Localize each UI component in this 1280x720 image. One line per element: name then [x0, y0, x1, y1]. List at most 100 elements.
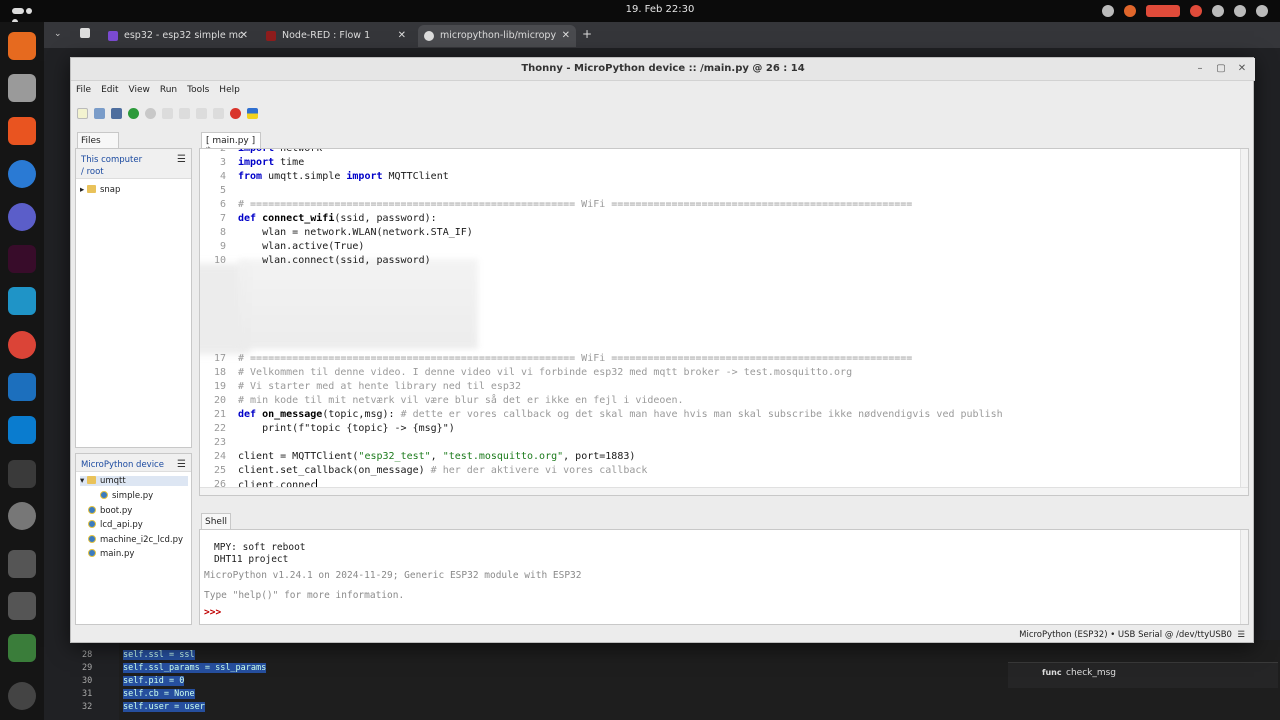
run-icon[interactable]: [128, 108, 139, 119]
gear-icon[interactable]: [8, 502, 36, 530]
code-line[interactable]: wlan.connect(ssid, password): [238, 255, 431, 266]
help-icon[interactable]: [8, 160, 36, 188]
close-tab-icon[interactable]: ✕: [398, 30, 406, 41]
python-file-icon: [88, 506, 96, 514]
system-tray[interactable]: [1102, 3, 1268, 19]
editor-horizontal-scrollbar[interactable]: [200, 487, 1248, 495]
show-apps-icon[interactable]: [8, 682, 36, 710]
menu-run[interactable]: Run: [155, 85, 182, 101]
browser-tab[interactable]: [80, 28, 90, 38]
resume-icon[interactable]: [213, 108, 224, 119]
shell-console[interactable]: MPY: soft reboot DHT11 project MicroPyth…: [199, 529, 1249, 625]
code-line[interactable]: # min kode til mit netværk vil være blur…: [238, 395, 684, 406]
chrome-icon[interactable]: [8, 331, 36, 359]
tree-item-machine-i2c-lcd-py[interactable]: machine_i2c_lcd.py: [88, 535, 183, 545]
vscode-icon[interactable]: [8, 416, 36, 444]
trash-icon[interactable]: [8, 634, 36, 662]
stop-icon[interactable]: [230, 108, 241, 119]
ukraine-flag-icon[interactable]: [247, 108, 258, 119]
step-out-icon[interactable]: [196, 108, 207, 119]
code-line[interactable]: wlan = network.WLAN(network.STA_IF): [238, 227, 473, 238]
settings-app-icon[interactable]: [8, 203, 36, 231]
new-file-icon[interactable]: [77, 108, 88, 119]
screen-record-indicator-icon[interactable]: [1146, 5, 1180, 17]
code-line[interactable]: # ======================================…: [238, 353, 912, 364]
firefox-icon[interactable]: [8, 32, 36, 60]
menu-help[interactable]: Help: [214, 85, 245, 101]
close-icon[interactable]: ✕: [1235, 63, 1249, 77]
code-line[interactable]: # Velkommen til denne video. I denne vid…: [238, 367, 852, 378]
shell-vertical-scrollbar[interactable]: [1240, 530, 1248, 624]
maximize-icon[interactable]: ▢: [1214, 63, 1228, 77]
tree-item-boot-py[interactable]: boot.py: [88, 506, 132, 516]
clock[interactable]: 19. Feb 22:30: [600, 4, 720, 15]
code-line[interactable]: client = MQTTClient("esp32_test", "test.…: [238, 451, 635, 462]
tree-item-simple-py[interactable]: simple.py: [100, 491, 153, 501]
menu-file[interactable]: File: [71, 85, 96, 101]
minimize-icon[interactable]: –: [1193, 63, 1207, 77]
code-editor[interactable]: 2 import network 3 import time 4 from um…: [199, 148, 1249, 496]
browser-tab[interactable]: micropython-lib/micropy ✕: [418, 25, 576, 47]
files-app-icon[interactable]: [8, 74, 36, 102]
code-line[interactable]: def connect_wifi(ssid, password):: [238, 213, 437, 224]
code-line[interactable]: wlan.active(True): [238, 241, 364, 252]
line-number: 23: [213, 437, 226, 448]
code-line[interactable]: import network: [238, 149, 322, 154]
activities-icon[interactable]: [12, 6, 38, 25]
tab-list-chevron-icon[interactable]: ⌄: [54, 29, 62, 39]
color-picker-icon[interactable]: [1102, 5, 1114, 17]
browser-tab[interactable]: Node-RED : Flow 1 ✕: [260, 25, 412, 47]
wifi-icon[interactable]: [1212, 5, 1224, 17]
thonny-icon[interactable]: [8, 460, 36, 488]
menu-edit[interactable]: Edit: [96, 85, 123, 101]
code-line[interactable]: # ======================================…: [238, 199, 912, 210]
code-line[interactable]: from umqtt.simple import MQTTClient: [238, 171, 449, 182]
panel-menu-icon[interactable]: ☰: [177, 154, 186, 166]
tree-item-umqtt[interactable]: ▾ umqtt: [80, 476, 188, 486]
shell-prompt[interactable]: >>>: [204, 607, 221, 618]
panel-menu-icon[interactable]: ☰: [177, 459, 186, 471]
app-center-icon[interactable]: [8, 117, 36, 145]
editor-vertical-scrollbar[interactable]: [1240, 149, 1248, 495]
disk-icon[interactable]: [8, 550, 36, 578]
step-over-icon[interactable]: [162, 108, 173, 119]
power-icon[interactable]: [1256, 5, 1268, 17]
code-line[interactable]: client.set_callback(on_message) # her de…: [238, 465, 647, 476]
save-icon[interactable]: [111, 108, 122, 119]
thunderbird-icon[interactable]: [8, 287, 36, 315]
close-tab-icon[interactable]: ✕: [562, 30, 570, 41]
code-line[interactable]: import time: [238, 157, 304, 168]
tab-favicon-icon: [108, 31, 118, 41]
device-title[interactable]: MicroPython device: [81, 460, 164, 470]
device-files-header: MicroPython device ☰: [76, 454, 191, 472]
tree-item-main-py[interactable]: main.py: [88, 549, 134, 559]
tree-item-lcd-api-py[interactable]: lcd_api.py: [88, 520, 143, 530]
line-number: 22: [213, 423, 226, 434]
volume-icon[interactable]: [1234, 5, 1246, 17]
code-line[interactable]: # Vi starter med at hente library ned ti…: [238, 381, 521, 392]
arduino-icon[interactable]: [8, 373, 36, 401]
tab-main-py[interactable]: [ main.py ] *: [201, 132, 261, 156]
tab-files[interactable]: Files: [77, 132, 119, 149]
computer-path[interactable]: / root: [81, 166, 191, 178]
open-file-icon[interactable]: [94, 108, 105, 119]
browser-tab[interactable]: esp32 - esp32 simple mc ✕: [102, 25, 254, 47]
new-tab-button[interactable]: +: [582, 27, 592, 41]
interpreter-status[interactable]: MicroPython (ESP32) • USB Serial @ /dev/…: [1019, 630, 1245, 640]
terminal-icon[interactable]: [8, 245, 36, 273]
disk-icon[interactable]: [8, 592, 36, 620]
debug-icon[interactable]: [145, 108, 156, 119]
close-tab-icon[interactable]: ✕: [240, 30, 248, 41]
this-computer-link[interactable]: This computer: [81, 154, 191, 166]
code-line[interactable]: print(f"topic {topic} -> {msg}"): [238, 423, 455, 434]
code-line[interactable]: def on_message(topic,msg): # dette er vo…: [238, 409, 1003, 420]
menu-view[interactable]: View: [124, 85, 155, 101]
alert-icon[interactable]: [1124, 5, 1136, 17]
line-number: 2: [219, 148, 226, 154]
menu-tools[interactable]: Tools: [182, 85, 214, 101]
microphone-icon[interactable]: [1190, 5, 1202, 17]
tree-item-snap[interactable]: ▸ snap: [80, 185, 120, 195]
tab-shell[interactable]: Shell: [201, 513, 231, 529]
step-into-icon[interactable]: [179, 108, 190, 119]
outline-item[interactable]: check_msg: [1066, 668, 1116, 678]
